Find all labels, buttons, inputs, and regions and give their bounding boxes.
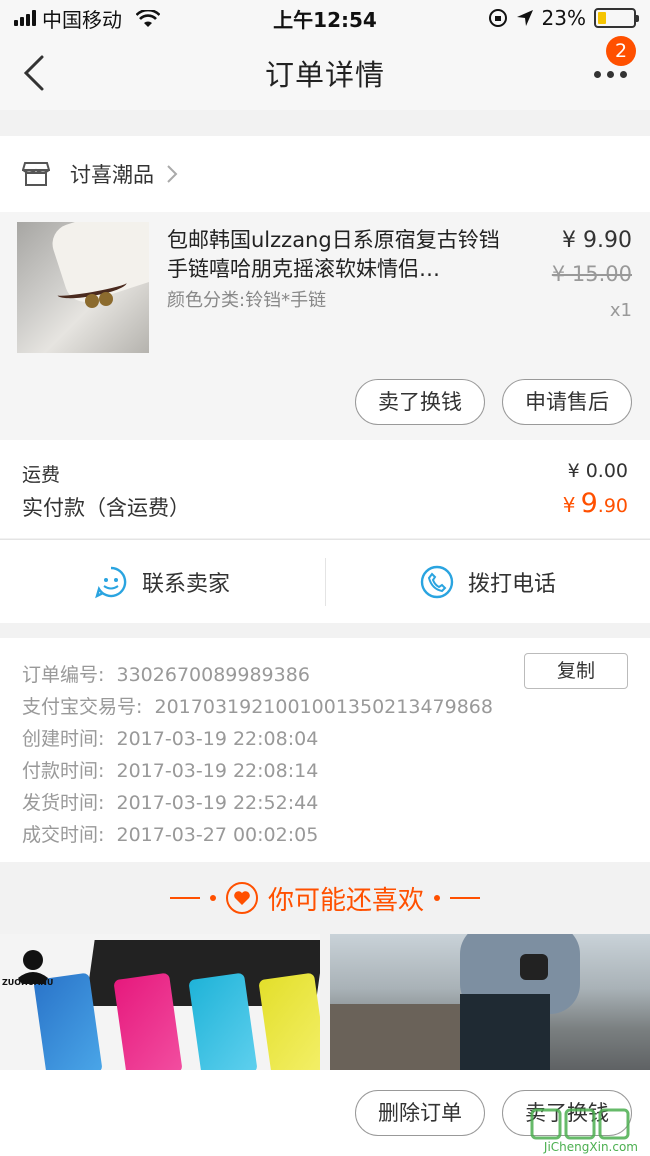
shop-row[interactable]: 讨喜潮品 [0,136,650,212]
divider [450,897,480,899]
info-row: 成交时间: 2017-03-27 00:02:05 [22,820,318,847]
info-row: 创建时间: 2017-03-19 22:08:04 [22,724,318,751]
battery-percent: 23% [541,6,586,30]
product-quantity: x1 [609,300,632,321]
fee-summary: 运费 ¥ 0.00 实付款（含运费） ¥ 9.90 [0,440,650,538]
resell-button[interactable]: 卖了换钱 [355,379,485,425]
divider [209,895,216,901]
product-sku: 颜色分类:铃铛*手链 [167,290,327,311]
delete-order-button[interactable]: 删除订单 [355,1090,485,1136]
wifi-icon [135,8,161,27]
info-label: 发货时间: [22,792,105,814]
after-sale-button[interactable]: 申请售后 [502,379,632,425]
copy-button[interactable]: 复制 [524,653,628,689]
order-info: 订单编号: 3302670089989386 支付宝交易号: 201703192… [0,638,650,862]
paid-time: 2017-03-19 22:08:14 [116,760,319,782]
clock: 上午12:54 [273,7,377,32]
heart-icon [225,882,258,914]
more-icon[interactable] [594,66,630,82]
contact-bar: 联系卖家 拨打电话 [0,539,650,623]
info-label: 成交时间: [22,824,105,846]
recommend-item-image[interactable]: ZUOHUANU [0,934,320,1070]
product-original-price: ¥ 15.00 [551,262,632,286]
shipped-time: 2017-03-19 22:52:44 [116,792,319,814]
product-price: ¥ 9.90 [562,228,632,253]
contact-seller-button[interactable]: 联系卖家 [0,540,324,624]
call-button[interactable]: 拨打电话 [326,540,650,624]
info-row: 支付宝交易号: 2017031921001001350213479868 [22,692,493,719]
created-time: 2017-03-19 22:08:04 [116,728,319,750]
paid-amount: ¥ 9.90 [563,488,628,519]
info-row: 付款时间: 2017-03-19 22:08:14 [22,756,318,783]
recommend-item-image[interactable] [330,934,650,1070]
orientation-lock-icon [488,9,507,27]
signal-icon [14,10,36,26]
alipay-trade-number: 2017031921001001350213479868 [154,696,493,718]
info-row: 订单编号: 3302670089989386 [22,660,310,687]
product-title[interactable]: 包邮韩国ulzzang日系原宿复古铃铛手链嘻哈朋克摇滚软妹情侣… [167,226,512,284]
divider [169,897,200,899]
info-label: 支付宝交易号: [22,696,143,718]
location-icon [516,10,533,26]
info-label: 创建时间: [22,728,105,750]
back-button[interactable] [20,54,50,92]
product-item[interactable]: 包邮韩国ulzzang日系原宿复古铃铛手链嘻哈朋克摇滚软妹情侣… 颜色分类:铃铛… [0,212,650,440]
store-icon [22,162,50,186]
completed-time: 2017-03-27 00:02:05 [116,824,319,846]
watermark-text: JiChengXin.com [543,1140,638,1154]
divider [434,895,440,901]
chevron-right-icon [167,165,178,183]
info-label: 付款时间: [22,760,105,782]
shipping-label: 运费 [22,464,61,486]
carrier-label: 中国移动 [42,7,122,32]
notification-badge: 2 [606,36,636,66]
product-thumbnail[interactable] [17,222,149,353]
shipping-value: ¥ 0.00 [567,460,628,482]
status-bar: 中国移动 上午12:54 23% [0,0,650,36]
chat-face-icon [95,566,127,599]
contact-seller-label: 联系卖家 [141,572,230,597]
brand-name: ZUOHUANU [2,978,54,987]
page-title: 订单详情 [264,58,385,92]
recommend-title: 你可能还喜欢 [267,885,424,916]
info-label: 订单编号: [22,664,105,686]
call-label: 拨打电话 [467,572,556,597]
shop-name: 讨喜潮品 [70,163,154,187]
phone-icon [420,565,454,599]
info-row: 发货时间: 2017-03-19 22:52:44 [22,788,318,815]
recommend-header: 你可能还喜欢 [0,862,650,934]
paid-decimal: .90 [597,495,628,517]
battery-icon [594,8,639,28]
paid-label: 实付款（含运费） [22,496,190,520]
nav-bar: 订单详情 2 [0,36,650,110]
paid-integer: 9 [580,488,598,519]
order-number: 3302670089989386 [116,664,310,686]
paid-currency: ¥ [562,493,576,517]
